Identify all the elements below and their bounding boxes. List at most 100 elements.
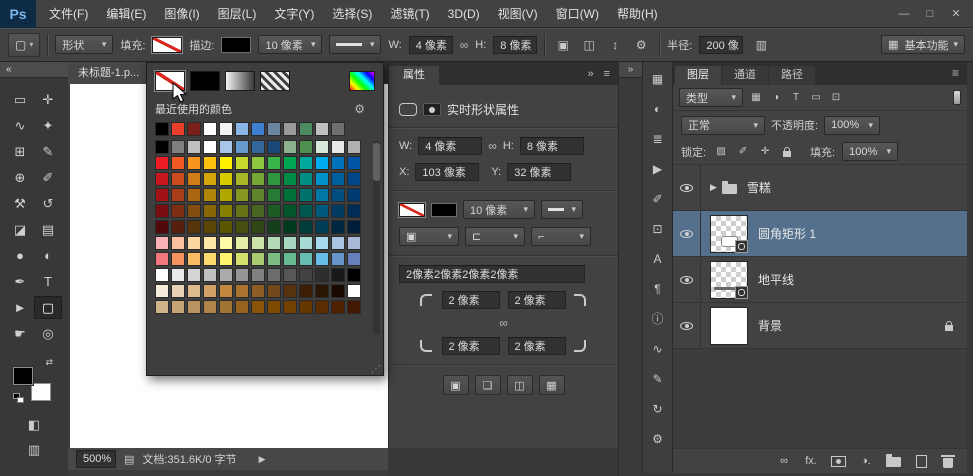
color-swatch[interactable] bbox=[155, 122, 169, 136]
gradient-tool[interactable]: ▤ bbox=[34, 218, 62, 241]
color-swatch[interactable] bbox=[251, 156, 265, 170]
color-swatch[interactable] bbox=[203, 204, 217, 218]
radius-field[interactable]: 200 像 bbox=[699, 36, 743, 54]
move-tool[interactable]: ✛ bbox=[34, 88, 62, 111]
color-swatch[interactable] bbox=[235, 156, 249, 170]
color-swatch[interactable] bbox=[299, 204, 313, 218]
color-swatch[interactable] bbox=[299, 268, 313, 282]
color-swatch[interactable] bbox=[235, 268, 249, 282]
color-swatch[interactable] bbox=[235, 140, 249, 154]
color-swatch[interactable] bbox=[267, 140, 281, 154]
color-swatch[interactable] bbox=[203, 156, 217, 170]
color-swatch[interactable] bbox=[331, 252, 345, 266]
color-swatch[interactable] bbox=[267, 220, 281, 234]
color-swatch[interactable] bbox=[267, 236, 281, 250]
color-swatch[interactable] bbox=[283, 188, 297, 202]
pathop-button-1[interactable]: ▣ bbox=[443, 375, 469, 395]
color-swatch[interactable] bbox=[187, 220, 201, 234]
color-swatch[interactable] bbox=[347, 156, 361, 170]
color-swatch[interactable] bbox=[203, 122, 217, 136]
color-swatch[interactable] bbox=[331, 122, 345, 136]
color-swatch[interactable] bbox=[347, 188, 361, 202]
pen-tool[interactable]: ✒ bbox=[6, 270, 34, 293]
clone-source-panel-icon[interactable]: ⊡ bbox=[647, 218, 669, 239]
path-selection-tool[interactable]: ► bbox=[6, 296, 34, 319]
color-swatch[interactable] bbox=[283, 300, 297, 314]
color-swatch[interactable] bbox=[267, 188, 281, 202]
menu-3d[interactable]: 3D(D) bbox=[439, 0, 489, 28]
close-button[interactable]: ✕ bbox=[943, 0, 969, 28]
color-swatch[interactable] bbox=[171, 188, 185, 202]
color-swatch[interactable] bbox=[267, 156, 281, 170]
color-swatch[interactable] bbox=[299, 300, 313, 314]
color-swatch[interactable] bbox=[347, 236, 361, 250]
path-arrange-icon[interactable]: ↕ bbox=[604, 35, 626, 55]
color-swatch[interactable] bbox=[171, 172, 185, 186]
color-swatch[interactable] bbox=[315, 300, 329, 314]
color-swatch[interactable] bbox=[203, 220, 217, 234]
color-swatch[interactable] bbox=[315, 122, 329, 136]
color-swatch[interactable] bbox=[299, 252, 313, 266]
layer-row[interactable]: 地平线 bbox=[673, 257, 967, 303]
stroke-style-select[interactable] bbox=[329, 35, 381, 54]
color-swatch[interactable] bbox=[171, 220, 185, 234]
shape-stroke-style-select[interactable] bbox=[541, 200, 583, 219]
opacity-select[interactable]: 100% bbox=[824, 116, 880, 135]
corner-bottom-right-field[interactable]: 2 像素 bbox=[508, 337, 566, 355]
zoom-tool[interactable]: ◎ bbox=[34, 322, 62, 345]
visibility-toggle[interactable] bbox=[673, 165, 701, 210]
color-swatch[interactable] bbox=[235, 252, 249, 266]
lock-image-pixels-icon[interactable]: ✐ bbox=[735, 144, 751, 160]
color-swatch[interactable] bbox=[251, 252, 265, 266]
color-swatch[interactable] bbox=[267, 284, 281, 298]
layer-style-icon[interactable]: fx. bbox=[804, 455, 818, 467]
eraser-tool[interactable]: ◪ bbox=[6, 218, 34, 241]
color-swatch[interactable] bbox=[187, 252, 201, 266]
color-swatch[interactable] bbox=[347, 140, 361, 154]
quick-selection-tool[interactable]: ✦ bbox=[34, 114, 62, 137]
color-swatch[interactable] bbox=[283, 284, 297, 298]
filter-type-layers-icon[interactable]: T bbox=[788, 90, 804, 106]
color-swatch[interactable] bbox=[171, 284, 185, 298]
color-swatch[interactable] bbox=[219, 122, 233, 136]
timeline-panel-icon[interactable]: ↻ bbox=[647, 398, 669, 419]
stroke-width-select[interactable]: 10 像素 bbox=[258, 35, 322, 54]
color-swatch[interactable] bbox=[267, 122, 281, 136]
color-swatch[interactable] bbox=[299, 188, 313, 202]
color-swatch[interactable] bbox=[315, 172, 329, 186]
color-swatch[interactable] bbox=[171, 252, 185, 266]
brush-tool[interactable]: ✐ bbox=[34, 166, 62, 189]
color-swatch[interactable] bbox=[347, 252, 361, 266]
color-swatch[interactable] bbox=[171, 156, 185, 170]
eyedropper-tool[interactable]: ✎ bbox=[34, 140, 62, 163]
color-swatch[interactable] bbox=[203, 284, 217, 298]
color-swatch[interactable] bbox=[251, 236, 265, 250]
color-swatch[interactable] bbox=[235, 204, 249, 218]
color-swatch[interactable] bbox=[219, 204, 233, 218]
type-tool[interactable]: T bbox=[34, 270, 62, 293]
shape-stroke-swatch[interactable] bbox=[431, 203, 457, 217]
shape-fill-swatch[interactable] bbox=[399, 203, 425, 217]
color-swatch[interactable] bbox=[187, 268, 201, 282]
menu-type[interactable]: 文字(Y) bbox=[265, 0, 323, 28]
histogram-panel-icon[interactable]: ∿ bbox=[647, 338, 669, 359]
actions-panel-icon[interactable]: ▶ bbox=[647, 158, 669, 179]
color-swatch[interactable] bbox=[155, 188, 169, 202]
tab-paths[interactable]: 路径 bbox=[769, 66, 815, 85]
color-swatch[interactable] bbox=[331, 140, 345, 154]
swatches-panel-icon[interactable]: ▦ bbox=[647, 68, 669, 89]
minimize-button[interactable]: — bbox=[891, 0, 917, 28]
zoom-field[interactable]: 500% bbox=[76, 450, 116, 468]
color-swatch[interactable] bbox=[235, 220, 249, 234]
color-swatch[interactable] bbox=[187, 140, 201, 154]
radius-summary-field[interactable]: 2像素2像素2像素2像素 bbox=[399, 265, 585, 283]
width-field[interactable]: 4 像素 bbox=[409, 36, 453, 54]
color-swatch[interactable] bbox=[267, 268, 281, 282]
menu-help[interactable]: 帮助(H) bbox=[608, 0, 667, 28]
workspace-select[interactable]: ▦ 基本功能 bbox=[881, 35, 965, 54]
color-swatch[interactable] bbox=[299, 122, 313, 136]
gear-icon[interactable]: ⚙ bbox=[630, 35, 652, 55]
foreground-color-swatch[interactable] bbox=[13, 367, 33, 385]
corner-top-left-field[interactable]: 2 像素 bbox=[442, 291, 500, 309]
color-swatch[interactable] bbox=[187, 236, 201, 250]
